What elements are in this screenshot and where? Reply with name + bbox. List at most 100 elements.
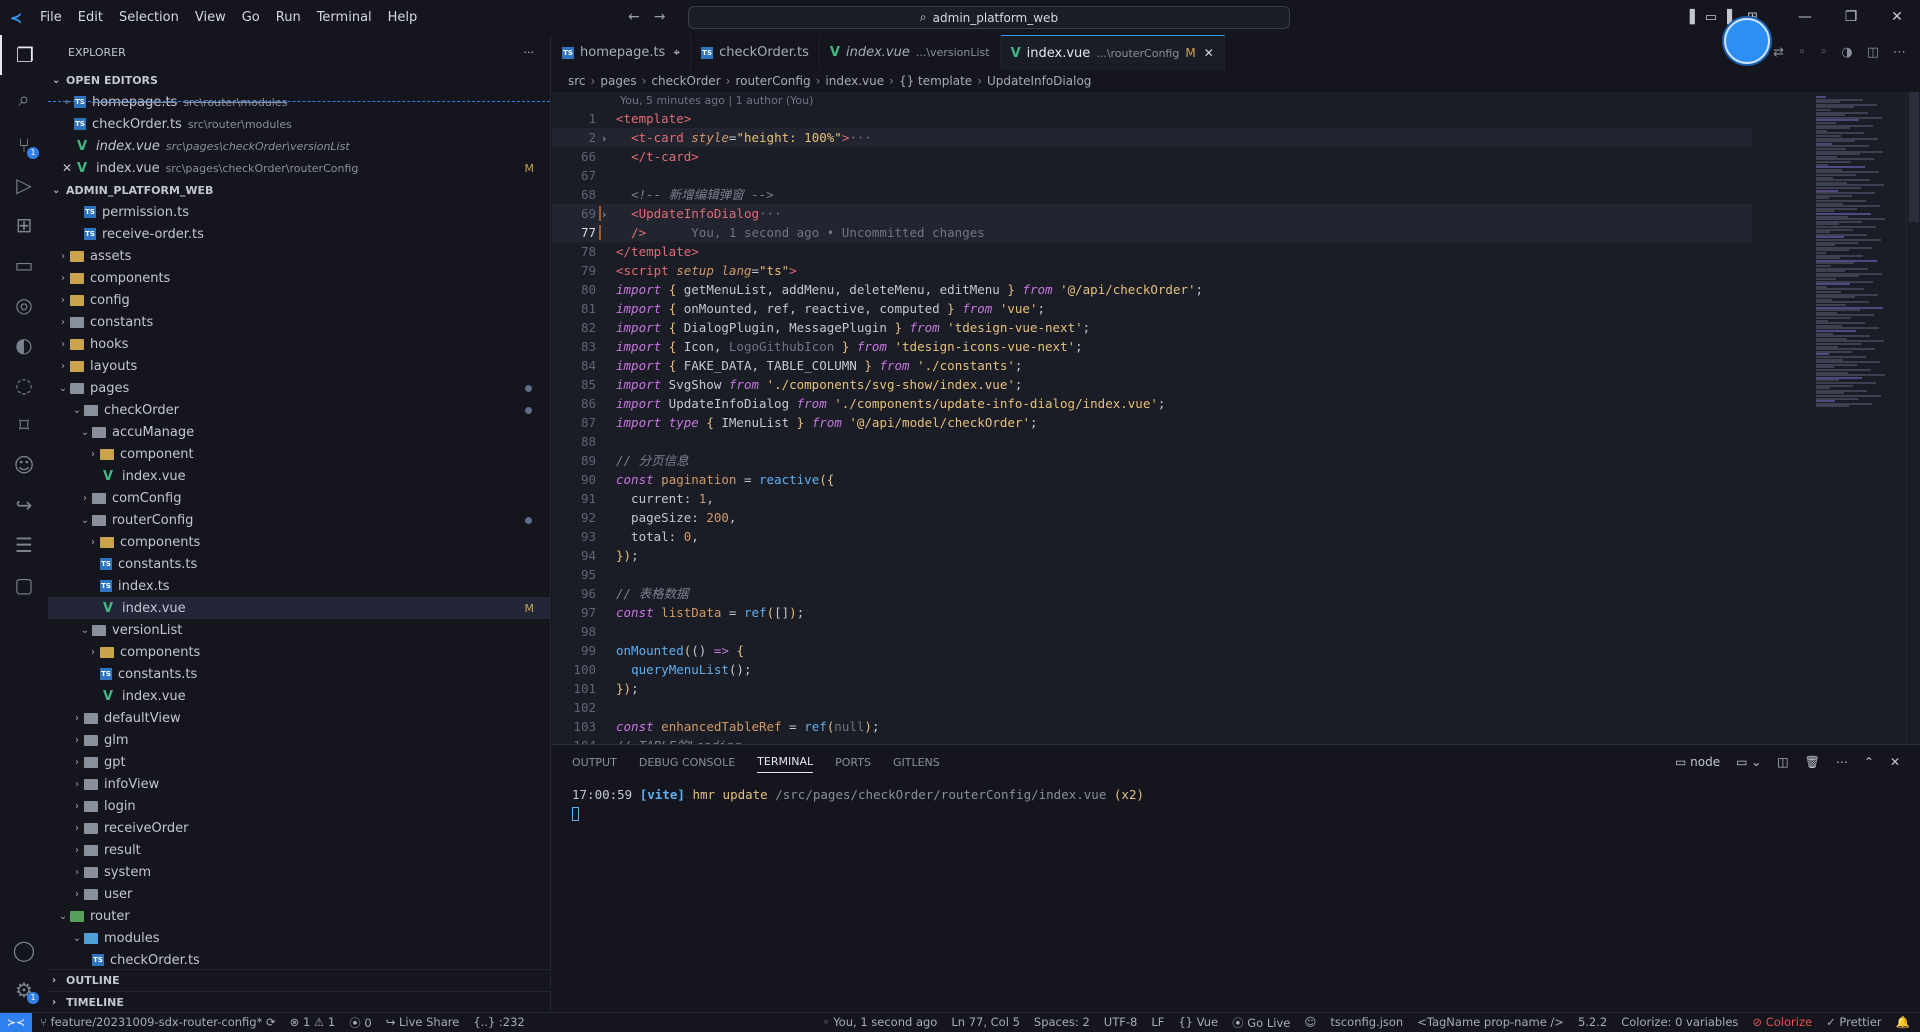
panel-tab-terminal[interactable]: TERMINAL [757,755,814,773]
end-of-line[interactable]: LF [1151,1015,1164,1031]
folder-item[interactable]: › infoView [48,773,550,795]
blame-status[interactable]: ◦ You, 1 second ago [823,1015,938,1031]
chevron-right-icon[interactable]: › [70,889,84,900]
panel-tab-ports[interactable]: PORTS [835,756,871,769]
menu-item-file[interactable]: File [32,0,70,35]
editor-scrollbar[interactable] [1906,92,1920,744]
split-editor-icon[interactable]: ◫ [1867,45,1879,60]
git-branch[interactable]: ⑂ feature/20231009-sdx-router-config* ⟳ [40,1015,276,1031]
encoding[interactable]: UTF-8 [1104,1015,1138,1031]
breadcrumb-item[interactable]: {} template [899,74,972,88]
chevron-down-icon[interactable]: ⌄ [56,911,70,922]
folder-item[interactable]: ⌄ checkOrder [48,399,550,421]
explorer-more-icon[interactable]: ··· [524,46,535,59]
menu-item-terminal[interactable]: Terminal [309,0,380,35]
menu-item-go[interactable]: Go [234,0,268,35]
search-activity-icon[interactable]: ⌕ [0,79,48,119]
maximize-panel-icon[interactable]: ⌃ [1864,755,1874,769]
cursor-position[interactable]: Ln 77, Col 5 [951,1015,1020,1031]
timeline-header[interactable]: › TIMELINE [48,991,551,1013]
chevron-right-icon[interactable]: › [70,801,84,812]
file-item[interactable]: TS index.ts [48,575,550,597]
folder-item[interactable]: › login [48,795,550,817]
chat-icon[interactable]: ▢ [0,565,48,605]
folder-item[interactable]: ⌄ accuManage [48,421,550,443]
folder-item[interactable]: › config [48,289,550,311]
tsconfig[interactable]: tsconfig.json [1330,1015,1403,1031]
settings-gear-icon[interactable]: ⚙ 1 [0,970,48,1010]
colorize-status[interactable]: ⊘ Colorize [1752,1015,1812,1031]
folder-item[interactable]: › system [48,861,550,883]
split-terminal-icon[interactable]: ◫ [1777,755,1788,769]
folder-item[interactable]: ⌄ modules [48,927,550,949]
remote-explorer-icon[interactable]: ◎ [0,285,48,325]
next-change-icon[interactable]: ◦ [1820,45,1828,60]
menu-item-selection[interactable]: Selection [111,0,187,35]
notifications-bell-icon[interactable]: 🔔 [1896,1015,1910,1031]
terminal-shell-label[interactable]: ▭ node [1675,755,1720,769]
folder-item[interactable]: › result [48,839,550,861]
open-editor-item[interactable]: ⌖ TS homepage.ts src\router\modules [48,91,550,113]
chevron-right-icon[interactable]: › [78,493,92,504]
chevron-right-icon[interactable]: › [70,735,84,746]
file-item[interactable]: TS checkOrder.ts [48,949,550,971]
pin-icon[interactable]: ⌖ [60,97,74,108]
command-center-search[interactable]: ⌕ admin_platform_web [688,6,1290,29]
chevron-right-icon[interactable]: › [56,295,70,306]
folder-item[interactable]: › components [48,531,550,553]
chevron-right-icon[interactable]: › [70,867,84,878]
chevron-down-icon[interactable]: ⌄ [78,515,92,526]
list-icon[interactable]: ☰ [0,525,48,565]
folder-icon[interactable]: ▭ [0,245,48,285]
folder-item[interactable]: › glm [48,729,550,751]
folder-item[interactable]: ⌄ routerConfig [48,509,550,531]
back-arrow-icon[interactable]: ← [628,0,640,35]
breadcrumb-item[interactable]: pages [600,74,636,88]
close-window-button[interactable]: ✕ [1874,0,1920,35]
breadcrumb-item[interactable]: src [568,74,586,88]
folder-item[interactable]: ⌄ router [48,905,550,927]
chevron-right-icon[interactable]: › [56,273,70,284]
panel-more-icon[interactable]: ⋯ [1836,755,1848,769]
open-editor-item[interactable]: Vindex.vue src\pages\checkOrder\versionLi… [48,135,550,157]
chevron-down-icon[interactable]: ⌄ [70,405,84,416]
prev-change-icon[interactable]: ◦ [1798,45,1806,60]
menu-item-help[interactable]: Help [380,0,426,35]
toggle-primary-sidebar-icon[interactable]: ▐ [1685,10,1695,25]
chevron-down-icon[interactable]: ⌄ [78,625,92,636]
restore-button[interactable]: ❐ [1828,0,1874,35]
codelens-blame[interactable]: You, 5 minutes ago | 1 author (You) [620,92,813,109]
live-share-status[interactable]: ↪ Live Share [386,1015,460,1031]
breadcrumb-item[interactable]: routerConfig [735,74,810,88]
folder-item[interactable]: › constants [48,311,550,333]
close-panel-icon[interactable]: ✕ [1890,755,1900,769]
folder-item[interactable]: › assets [48,245,550,267]
chevron-right-icon[interactable]: › [70,823,84,834]
go-live[interactable]: ⦿ Go Live [1232,1015,1290,1031]
menu-item-run[interactable]: Run [268,0,309,35]
account-icon[interactable]: ◯ [0,930,48,970]
bookmark-icon[interactable]: ⌑ [0,405,48,445]
breadcrumb-item[interactable]: index.vue [825,74,884,88]
copilot-status-icon[interactable]: ☺ [1304,1015,1316,1031]
folder-item[interactable]: › layouts [48,355,550,377]
close-icon[interactable]: ✕ [60,161,74,175]
fold-chevron-icon[interactable]: › [596,129,612,148]
editor-tab[interactable]: TS homepage.ts ⌖ [552,35,692,70]
run-debug-icon[interactable]: ▷ [0,165,48,205]
outline-header[interactable]: › OUTLINE [48,969,551,991]
editor-tab[interactable]: TS checkOrder.ts [691,35,820,70]
panel-tab-debug-console[interactable]: DEBUG CONSOLE [639,756,735,769]
remote-indicator-icon[interactable]: ≻≺ [0,1012,32,1032]
indentation[interactable]: Spaces: 2 [1034,1015,1090,1031]
folder-item[interactable]: › components [48,267,550,289]
panel-tab-gitlens[interactable]: GITLENS [893,756,940,769]
chevron-right-icon[interactable]: › [56,361,70,372]
live-share-icon[interactable]: ↪ [0,485,48,525]
folder-item[interactable]: › user [48,883,550,905]
chevron-right-icon[interactable]: › [70,845,84,856]
editor-tab[interactable]: Vindex.vue ...\versionList [820,35,1001,70]
folder-item[interactable]: › hooks [48,333,550,355]
colorize-variables[interactable]: Colorize: 0 variables [1621,1015,1738,1031]
file-item[interactable]: TS receive-order.ts [48,223,550,245]
